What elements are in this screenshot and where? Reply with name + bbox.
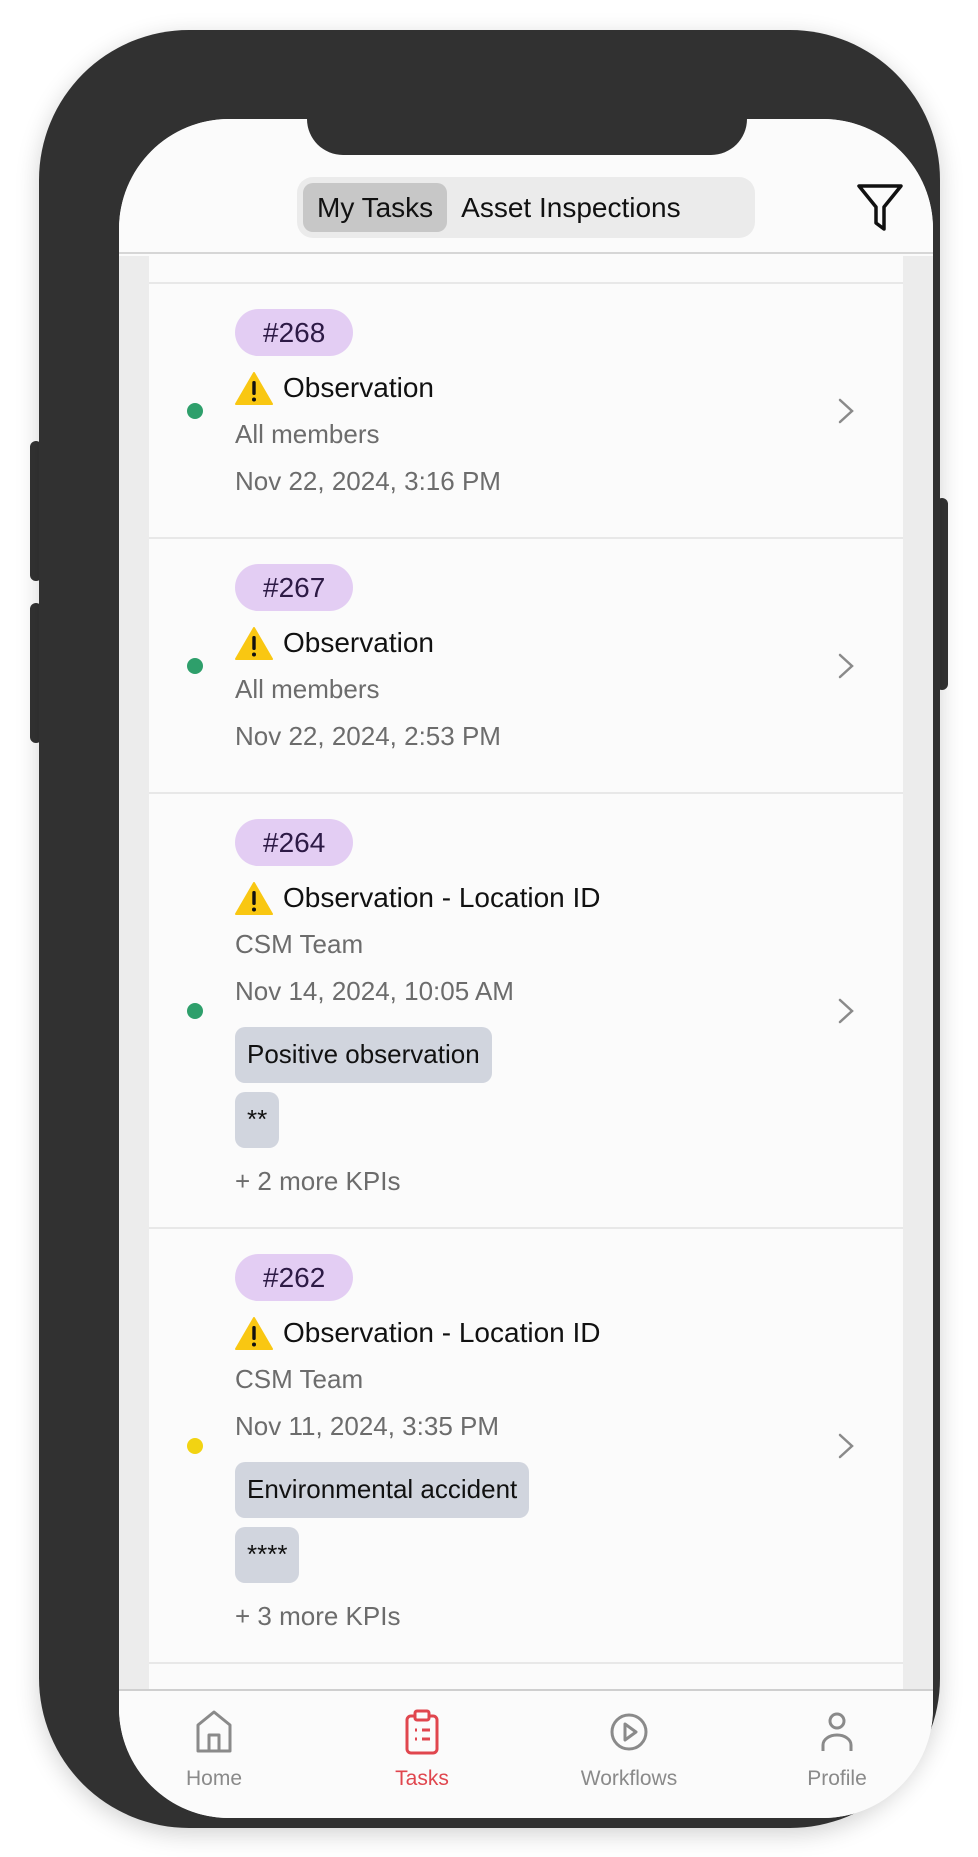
home-icon <box>196 1710 232 1753</box>
task-title: Observation - Location ID <box>283 1317 601 1348</box>
warning-icon <box>235 626 273 660</box>
task-id-badge: #268 <box>235 309 354 356</box>
task-card-partial <box>149 256 903 282</box>
task-card-partial <box>149 1662 903 1689</box>
screen: My Tasks Asset Inspections #268 Observat… <box>119 119 933 1818</box>
task-title-row: Observation <box>235 619 903 666</box>
tab-label: Tasks <box>395 1767 449 1790</box>
segmented-control: My Tasks Asset Inspections <box>297 177 755 238</box>
tab-asset-inspections[interactable]: Asset Inspections <box>447 183 694 232</box>
chevron-right-icon <box>838 653 854 678</box>
tab-label: Profile <box>807 1767 867 1790</box>
kpi-chip: Environmental accident <box>235 1462 530 1518</box>
task-title-row: Observation - Location ID <box>235 874 903 921</box>
task-date: Nov 11, 2024, 3:35 PM <box>235 1411 500 1441</box>
status-dot <box>187 1437 203 1454</box>
kpi-chip: **** <box>235 1527 300 1583</box>
tab-label: Workflows <box>580 1767 678 1790</box>
kpi-chip: Positive observation <box>235 1027 492 1083</box>
more-kpis: + 2 more KPIs <box>235 1166 401 1196</box>
task-date: Nov 22, 2024, 2:53 PM <box>235 721 501 751</box>
filter-icon[interactable] <box>856 183 904 233</box>
more-kpis: + 3 more KPIs <box>235 1601 401 1631</box>
kpi-chip: ** <box>235 1092 280 1148</box>
task-list[interactable]: #268 Observation All members Nov 22, 202… <box>119 256 933 1689</box>
task-card[interactable]: #268 Observation All members Nov 22, 202… <box>149 282 903 537</box>
task-card[interactable]: #267 Observation All members Nov 22, 202… <box>149 537 903 792</box>
notch <box>307 119 747 155</box>
task-title-row: Observation <box>235 364 903 411</box>
clipboard-icon <box>405 1709 439 1755</box>
task-id-badge: #262 <box>235 1254 354 1301</box>
task-assignee: All members <box>235 674 380 704</box>
user-icon <box>821 1712 853 1751</box>
task-title: Observation <box>283 627 434 658</box>
task-card[interactable]: #264 Observation - Location ID CSM Team … <box>149 792 903 1227</box>
play-circle-icon <box>610 1713 648 1751</box>
warning-icon <box>235 881 273 915</box>
task-date: Nov 22, 2024, 3:16 PM <box>235 466 501 496</box>
task-id-badge: #267 <box>235 564 354 611</box>
task-assignee: CSM Team <box>235 929 364 959</box>
task-title-row: Observation - Location ID <box>235 1309 903 1356</box>
chevron-right-icon <box>838 398 854 423</box>
phone-frame: My Tasks Asset Inspections #268 Observat… <box>39 30 940 1828</box>
task-card[interactable]: #262 Observation - Location ID CSM Team … <box>149 1227 903 1662</box>
warning-icon <box>235 1316 273 1350</box>
chevron-right-icon <box>838 998 854 1023</box>
tab-label: Home <box>185 1767 243 1790</box>
task-assignee: All members <box>235 419 380 449</box>
task-title: Observation - Location ID <box>283 882 601 913</box>
status-dot <box>187 1002 203 1019</box>
task-id-badge: #264 <box>235 819 354 866</box>
status-dot <box>187 402 203 419</box>
task-date: Nov 14, 2024, 10:05 AM <box>235 976 514 1006</box>
status-dot <box>187 657 203 674</box>
warning-icon <box>235 371 273 405</box>
bottom-tab-bar: Home Tasks Workflows Profile <box>119 1689 933 1818</box>
task-assignee: CSM Team <box>235 1364 364 1394</box>
task-title: Observation <box>283 372 434 403</box>
tab-my-tasks[interactable]: My Tasks <box>303 183 448 232</box>
chevron-right-icon <box>838 1433 854 1458</box>
